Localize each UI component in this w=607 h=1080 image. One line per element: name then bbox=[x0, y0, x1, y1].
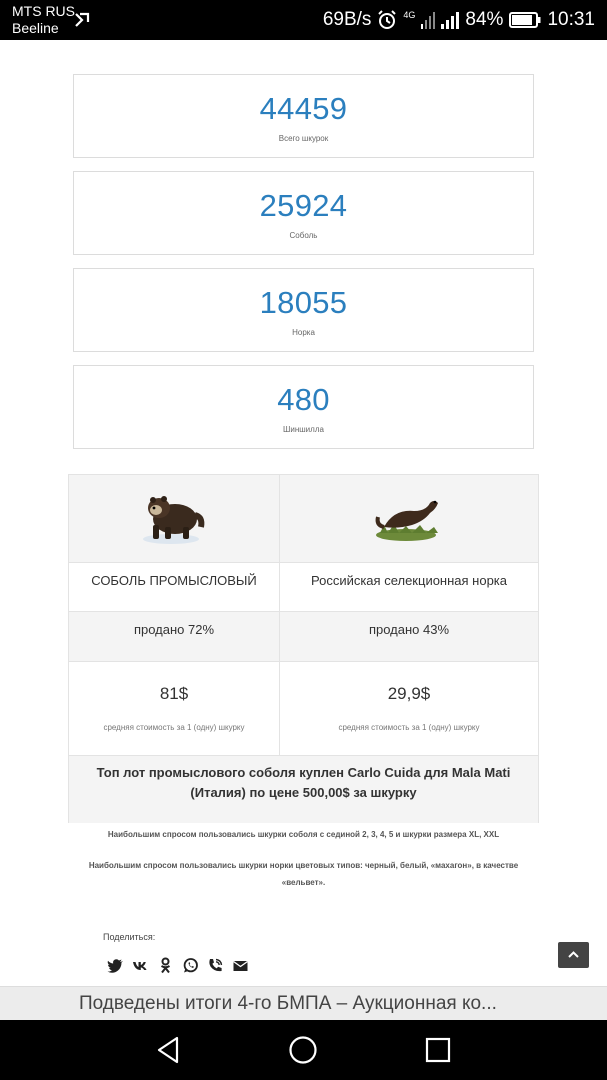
whatsapp-icon[interactable] bbox=[182, 957, 199, 974]
signal-2-icon bbox=[441, 12, 460, 29]
mink-name: Российская селекционная норка bbox=[279, 562, 538, 611]
sable-sold: продано 72% bbox=[69, 611, 279, 661]
sable-cost-note: средняя стоимость за 1 (одну) шкурку bbox=[103, 723, 245, 732]
signal-1-icon bbox=[421, 12, 436, 29]
back-icon[interactable] bbox=[153, 1034, 185, 1066]
email-icon[interactable] bbox=[232, 957, 249, 974]
comparison-table: СОБОЛЬ ПРОМЫСЛОВЫЙ Российская селекционн… bbox=[68, 474, 539, 823]
sable-icon bbox=[143, 496, 205, 544]
stat-number: 480 bbox=[277, 382, 330, 417]
sable-price: 81$ bbox=[159, 684, 189, 703]
top-lot-text: Топ лот промыслового соболя куплен Carlo… bbox=[69, 755, 538, 823]
battery-percent: 84% bbox=[465, 9, 504, 30]
sable-price-cell: 81$ средняя стоимость за 1 (одну) шкурку bbox=[69, 661, 279, 755]
alarm-icon bbox=[378, 10, 397, 29]
carrier-name-2: Beeline bbox=[12, 20, 59, 36]
twitter-icon[interactable] bbox=[107, 957, 124, 974]
stat-number: 44459 bbox=[259, 91, 348, 126]
stat-box-mink: 18055 Норка bbox=[73, 268, 534, 352]
stat-box-total: 44459 Всего шкурок bbox=[73, 74, 534, 158]
sable-name: СОБОЛЬ ПРОМЫСЛОВЫЙ bbox=[69, 562, 279, 611]
mink-price: 29,9$ bbox=[387, 684, 431, 703]
odnoklassniki-icon[interactable] bbox=[157, 957, 174, 974]
stat-box-sable: 25924 Соболь bbox=[73, 171, 534, 255]
share-label: Поделиться: bbox=[103, 932, 156, 942]
chevron-up-icon bbox=[568, 951, 579, 958]
news-ticker[interactable]: Подведены итоги 4-го БМПА – Аукционная к… bbox=[0, 986, 607, 1020]
mink-price-cell: 29,9$ средняя стоимость за 1 (одну) шкур… bbox=[279, 661, 538, 755]
mink-cost-note: средняя стоимость за 1 (одну) шкурку bbox=[338, 723, 480, 732]
viber-icon[interactable] bbox=[207, 957, 224, 974]
navigation-app-icon bbox=[75, 12, 90, 27]
carrier-info: MTS RUS Beeline bbox=[12, 3, 75, 37]
sable-image-cell bbox=[69, 475, 279, 562]
clock: 10:31 bbox=[547, 9, 595, 30]
mink-image-cell bbox=[279, 475, 538, 562]
stat-number: 25924 bbox=[259, 188, 348, 223]
stat-label: Шиншилла bbox=[283, 425, 324, 434]
stat-number: 18055 bbox=[259, 285, 348, 320]
home-icon[interactable] bbox=[287, 1034, 319, 1066]
stat-box-chinchilla: 480 Шиншилла bbox=[73, 365, 534, 449]
mink-demand-note: Наибольшим спросом пользовались шкурки н… bbox=[88, 861, 519, 887]
vk-icon[interactable] bbox=[132, 957, 149, 974]
stat-label: Норка bbox=[292, 328, 315, 337]
share-icons bbox=[107, 957, 249, 974]
stat-label: Соболь bbox=[289, 231, 318, 240]
stat-label: Всего шкурок bbox=[278, 134, 329, 143]
network-type-icon: 4G bbox=[403, 10, 416, 20]
mink-icon bbox=[375, 500, 438, 541]
sable-demand-note: Наибольшим спросом пользовались шкурки с… bbox=[107, 830, 500, 839]
scroll-to-top-button[interactable] bbox=[558, 942, 589, 968]
status-bar: MTS RUS Beeline 69B/s 4G 84% 10:31 bbox=[0, 0, 607, 40]
android-nav-bar bbox=[0, 1020, 607, 1080]
recent-apps-icon[interactable] bbox=[422, 1034, 454, 1066]
network-speed: 69B/s bbox=[322, 9, 372, 30]
carrier-name-1: MTS RUS bbox=[12, 3, 75, 19]
mink-sold: продано 43% bbox=[279, 611, 538, 661]
battery-icon bbox=[509, 12, 541, 28]
